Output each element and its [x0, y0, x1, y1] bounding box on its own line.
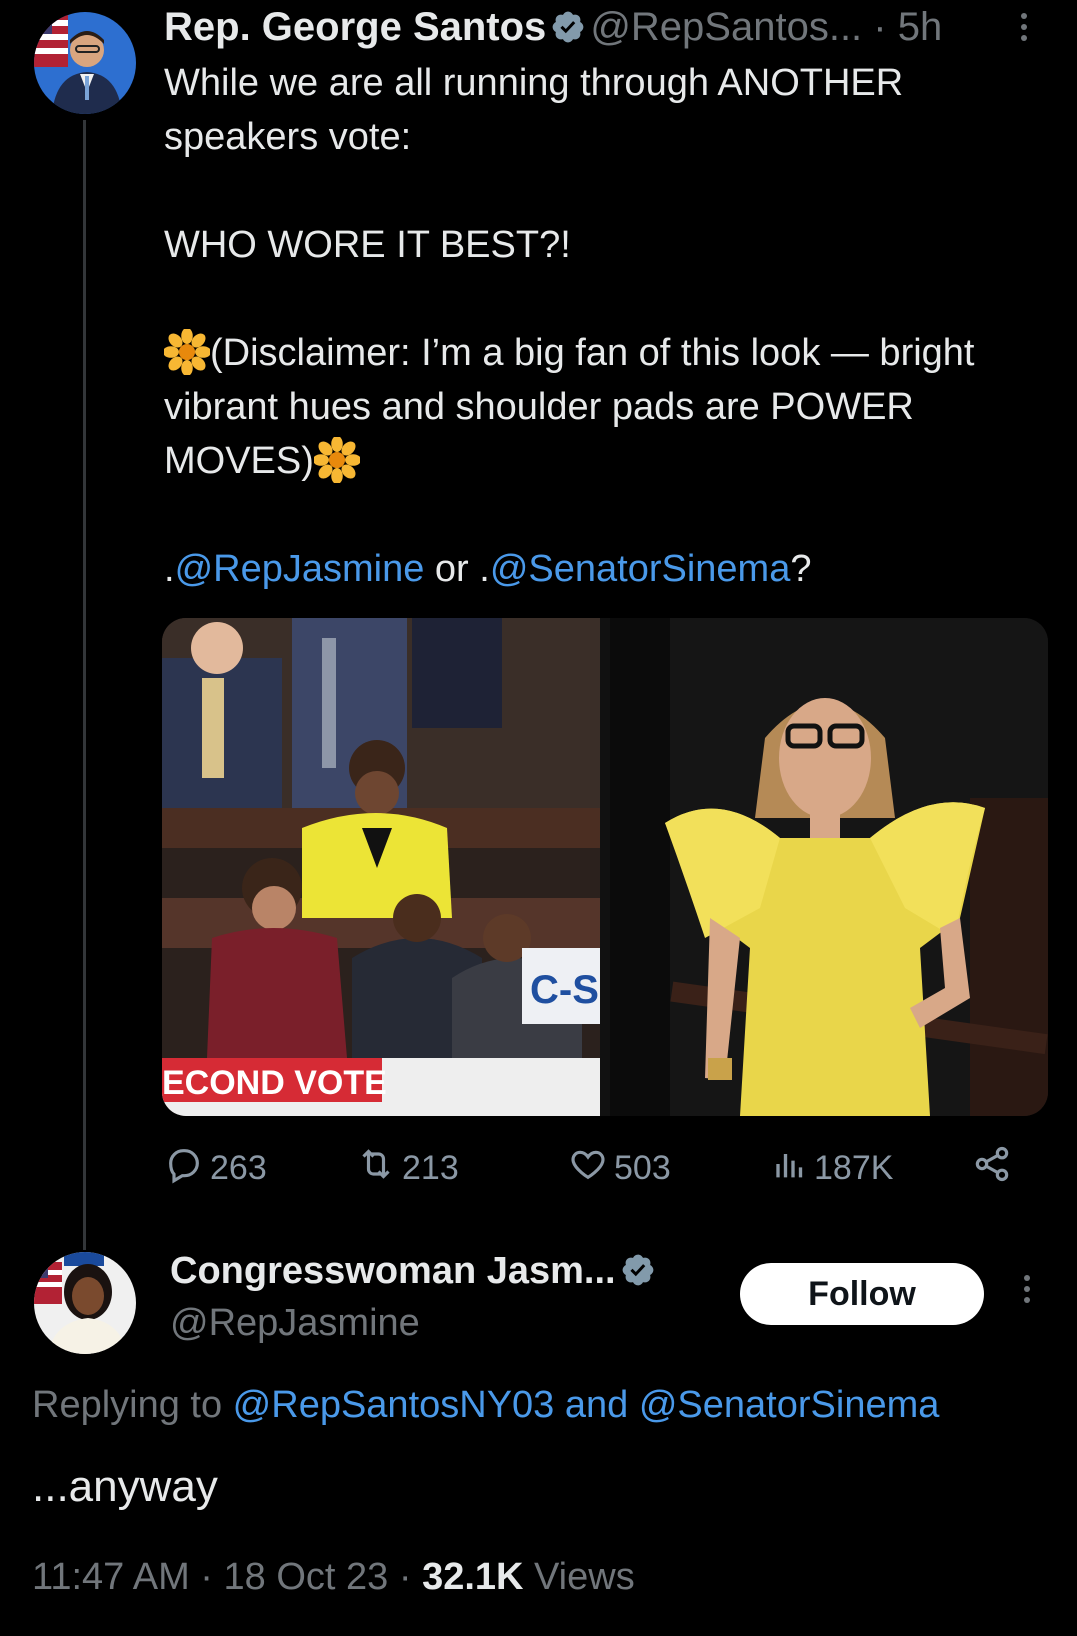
reply-views-label: Views [523, 1556, 635, 1598]
tweet-mentions: .@RepJasmine or .@SenatorSinema? [164, 542, 1044, 596]
replying-prefix: Replying to [32, 1384, 233, 1426]
mention-repjasmine[interactable]: @RepJasmine [175, 548, 425, 590]
reply-icon [164, 1144, 204, 1193]
author-name[interactable]: Rep. George Santos [164, 5, 546, 49]
reply-meta: 11:47 AM · 18 Oct 23 · 32.1K Views [32, 1556, 635, 1599]
share-button[interactable] [972, 1144, 1012, 1193]
like-icon [568, 1144, 608, 1193]
repost-button[interactable]: 213 [356, 1144, 459, 1193]
more-icon[interactable] [1015, 1270, 1039, 1310]
media-image-right[interactable] [610, 618, 1048, 1116]
tweet-line-1: While we are all running through ANOTHER… [164, 62, 904, 158]
tweet-media[interactable]: C-S ECOND VOTE [162, 618, 1048, 1116]
reply-author-line: Congresswoman Jasm... [170, 1250, 660, 1293]
reply-views-count[interactable]: 32.1K [422, 1556, 523, 1598]
reply-author-name[interactable]: Congresswoman Jasm... [170, 1250, 616, 1292]
mention-prefix: . [164, 548, 175, 590]
reply-button[interactable]: 263 [164, 1144, 267, 1193]
views-count: 187K [814, 1149, 894, 1187]
media-image-left[interactable]: C-S ECOND VOTE [162, 618, 600, 1116]
thread-line [83, 120, 86, 1250]
views-icon [768, 1144, 808, 1193]
reply-author-handle[interactable]: @RepJasmine [170, 1302, 420, 1345]
tweet-header: Rep. George Santos @RepSantos... · 5h [164, 2, 942, 52]
replying-to-santos[interactable]: @RepSantosNY03 [233, 1384, 555, 1426]
author-avatar[interactable] [34, 12, 136, 114]
reply-date[interactable]: 18 Oct 23 [224, 1556, 389, 1598]
reply-text: ...anyway [32, 1462, 218, 1511]
more-icon[interactable] [1012, 8, 1036, 48]
meta-separator: · [388, 1556, 423, 1598]
replying-and: and [554, 1384, 639, 1426]
mention-senatorsinema[interactable]: @SenatorSinema [490, 548, 791, 590]
tweet-line-2: WHO WORE IT BEST?! [164, 224, 571, 266]
tweet-text: While we are all running through ANOTHER… [162, 56, 1044, 596]
meta-separator: · [189, 1556, 224, 1598]
share-icon [972, 1144, 1012, 1193]
tweet-actions: 263 213 503 187K [164, 1144, 1024, 1192]
reply-time[interactable]: 11:47 AM [32, 1556, 190, 1598]
verified-badge-icon [620, 1252, 656, 1288]
flower-emoji [312, 435, 362, 485]
follow-button[interactable]: Follow [740, 1263, 984, 1325]
mention-suffix: ? [790, 548, 812, 590]
media-caption: ECOND VOTE [162, 1064, 387, 1102]
replying-to: Replying to @RepSantosNY03 and @SenatorS… [32, 1384, 939, 1427]
reply-author-avatar[interactable] [34, 1252, 136, 1354]
verified-badge-icon [550, 7, 586, 43]
tweet-time[interactable]: 5h [898, 5, 943, 49]
tweet-line-3-text: (Disclaimer: I’m a big fan of this look … [164, 332, 975, 482]
header-separator: · [873, 5, 887, 49]
views-button[interactable]: 187K [768, 1144, 893, 1193]
flower-emoji [162, 327, 212, 377]
tweet-line-3: (Disclaimer: I’m a big fan of this look … [162, 326, 1044, 488]
like-button[interactable]: 503 [568, 1144, 671, 1193]
like-count: 503 [614, 1149, 671, 1187]
repost-icon [356, 1144, 396, 1193]
reply-count: 263 [210, 1149, 267, 1187]
mention-mid: or . [424, 548, 490, 590]
author-handle[interactable]: @RepSantos... [590, 5, 862, 49]
repost-count: 213 [402, 1149, 459, 1187]
cspan-logo: C-S [530, 968, 599, 1012]
replying-to-sinema[interactable]: @SenatorSinema [639, 1384, 940, 1426]
